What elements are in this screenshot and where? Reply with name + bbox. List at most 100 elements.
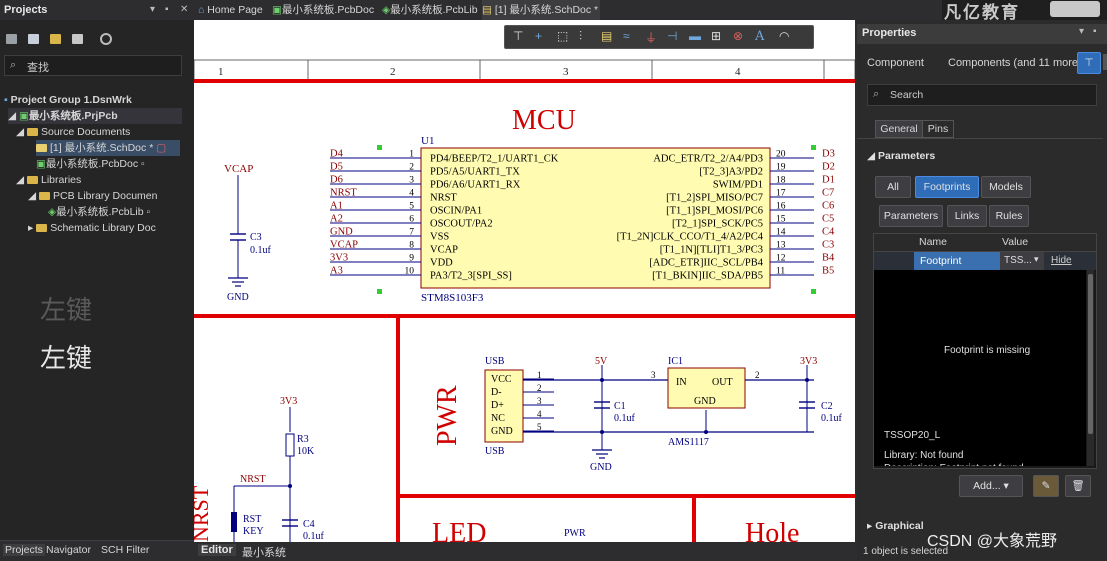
components-summary: Components (and 11 more)	[948, 57, 1082, 69]
tree-sch-doc[interactable]: [1] 最小系统.SchDoc * ▢	[36, 140, 180, 156]
sheet-symbol-icon[interactable]: ▬	[689, 29, 701, 43]
tree-project-group-label: Project Group 1.DsnWrk	[10, 94, 132, 106]
usb-pin-name: D+	[491, 400, 504, 411]
u1-right-pin-name: [T2_1]SPI_SCK/PC5	[672, 219, 763, 230]
open-folder-icon[interactable]	[50, 34, 61, 44]
row-name-cell[interactable]: Footprint	[914, 252, 1000, 270]
u1-right-pin-name: [T2_3]A3/PD2	[699, 167, 763, 178]
selection-handle[interactable]	[377, 145, 382, 150]
project-icon[interactable]	[72, 34, 83, 44]
place-part-icon[interactable]: ▤	[601, 29, 612, 43]
close-icon[interactable]: ✕	[180, 4, 188, 15]
editor-tabs: Editor 最小系统	[194, 542, 855, 560]
tab-schdoc[interactable]: ▤ [1] 最小系统.SchDoc *	[482, 0, 600, 20]
parameters-section[interactable]: ◢ Parameters	[867, 150, 935, 162]
pin-icon[interactable]: ▪	[165, 4, 169, 15]
home-icon: ⌂	[198, 4, 205, 16]
section-title-hole: Hole	[745, 518, 799, 542]
move-icon[interactable]: +	[535, 29, 542, 43]
filter-footprints-button[interactable]: Footprints	[915, 176, 979, 198]
schematic-canvas[interactable]: 1 2 3 4 MCU PWR LED Hole NRST U1 STM8S10…	[194, 20, 855, 542]
filter-icon[interactable]: ⊤	[513, 29, 523, 43]
hide-link[interactable]: Hide	[1051, 255, 1072, 266]
folder-icon	[27, 128, 38, 136]
filter-rules-button[interactable]: Rules	[989, 205, 1029, 227]
u1-left-pin-num: 2	[409, 163, 414, 173]
tab-sheet[interactable]: 最小系统	[242, 544, 286, 560]
port-icon[interactable]: ⊣	[667, 29, 677, 43]
project-search[interactable]: ⌕ 查找	[4, 55, 182, 76]
selection-handle[interactable]	[811, 289, 816, 294]
gear-icon[interactable]	[100, 33, 112, 45]
ic1-ref: IC1	[668, 356, 683, 367]
tab-pcblib[interactable]: ◈最小系统板.PcbLib	[382, 0, 478, 20]
align-icon[interactable]: ⫶	[579, 29, 582, 44]
pin-icon[interactable]: ▪	[1093, 26, 1097, 37]
filter-models-button[interactable]: Models	[981, 176, 1031, 198]
status-text: 1 object is selected	[863, 546, 949, 557]
properties-search[interactable]: ⌕ Search	[867, 84, 1097, 106]
u1-left-pin-num: 9	[409, 254, 414, 264]
ic1-gnd-pin: GND	[694, 396, 716, 407]
col-value[interactable]: Value	[1002, 236, 1028, 248]
tree-pcb-library-docs-label: PCB Library Documen	[53, 190, 158, 202]
tree-schematic-library-docs[interactable]: ▸ Schematic Library Doc	[28, 220, 156, 236]
no-erc-icon[interactable]: ⊗	[733, 29, 743, 43]
filter-parameters-button[interactable]: Parameters	[879, 205, 943, 227]
filter-button[interactable]: ⊤	[1077, 52, 1101, 74]
properties-search-input[interactable]: Search	[890, 89, 923, 101]
project-search-input[interactable]: 查找	[27, 59, 49, 75]
text-icon[interactable]: A	[755, 29, 764, 44]
tree-project-group[interactable]: ▪ Project Group 1.DsnWrk	[4, 92, 132, 108]
tree-pcb-lib[interactable]: ◈最小系统板.PcbLib ▫	[48, 204, 150, 220]
add-button[interactable]: Add... ▾	[959, 475, 1023, 497]
tab-general[interactable]: General	[875, 120, 923, 138]
tree-pcb-doc[interactable]: ▣最小系统板.PcbDoc ▫	[36, 156, 145, 172]
delete-button[interactable]: 🗑	[1065, 475, 1091, 497]
selection-handle[interactable]	[377, 289, 382, 294]
panel-menu-icon[interactable]: ▾	[150, 4, 155, 15]
tab-sch-filter[interactable]: SCH Filter	[101, 544, 149, 556]
u1-right-pin-name: ADC_ETR/T2_2/A4/PD3	[653, 154, 763, 165]
tab-home-page[interactable]: ⌂ Home Page	[198, 0, 268, 20]
u1-right-pin-num: 16	[776, 202, 786, 212]
graphical-section[interactable]: ▸ Graphical	[867, 520, 924, 532]
u1-left-pin-num: 8	[409, 241, 414, 251]
save-icon[interactable]	[6, 34, 17, 44]
tree-libraries[interactable]: ◢ Libraries	[16, 172, 81, 188]
arc-icon[interactable]: ◠	[779, 29, 789, 43]
wire-icon[interactable]: ≈	[623, 29, 630, 43]
table-scrollbar[interactable]	[1087, 270, 1094, 466]
selection-handle[interactable]	[811, 145, 816, 150]
table-row[interactable]: Footprint TSS... ▾ Hide	[874, 252, 1096, 270]
tab-pcbdoc[interactable]: ▣最小系统板.PcbDoc	[272, 0, 378, 20]
tree-project[interactable]: ◢ ▣最小系统板.PrjPcb	[8, 108, 182, 124]
panel-menu-icon[interactable]: ▾	[1079, 26, 1084, 37]
edit-button[interactable]: ✎	[1033, 475, 1059, 497]
col-name[interactable]: Name	[919, 236, 947, 248]
tab-navigator[interactable]: Navigator	[46, 544, 91, 556]
tab-pins[interactable]: Pins	[922, 120, 954, 138]
usb-part: USB	[485, 446, 505, 457]
power-port-icon[interactable]: ⏚	[645, 29, 657, 46]
zone-label: 1	[218, 66, 224, 78]
chevron-down-icon[interactable]: ▾	[1034, 254, 1039, 265]
select-icon[interactable]: ⬚	[557, 29, 568, 43]
tree-pcb-library-docs[interactable]: ◢ PCB Library Documen	[28, 188, 157, 204]
compile-icon[interactable]	[28, 34, 39, 44]
reset-3v3: 3V3	[280, 396, 297, 407]
zone-label: 2	[390, 66, 396, 78]
key-caption: 左键	[40, 344, 93, 374]
directive-icon[interactable]: ⊞	[711, 29, 721, 43]
usb-pin-name: VCC	[491, 374, 512, 385]
u1-part: STM8S103F3	[421, 292, 484, 304]
tab-projects[interactable]: Projects	[3, 544, 45, 556]
tab-editor[interactable]: Editor	[198, 544, 236, 556]
filter-all-button[interactable]: All	[875, 176, 911, 198]
filter-links-button[interactable]: Links	[947, 205, 987, 227]
schematic-drawing: 1 2 3 4 MCU PWR LED Hole NRST U1 STM8S10…	[194, 59, 855, 542]
panel-scrollbar[interactable]	[1103, 54, 1107, 70]
table-header: Name Value	[874, 234, 1096, 252]
tree-source-documents[interactable]: ◢ Source Documents	[16, 124, 130, 140]
row-value-cell[interactable]: TSS... ▾	[1000, 252, 1044, 270]
